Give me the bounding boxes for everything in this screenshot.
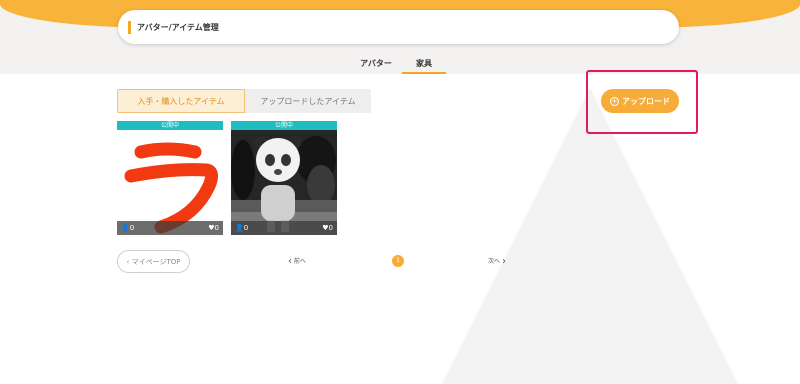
page-title: アバター/アイテム管理 (137, 22, 219, 32)
item-card[interactable]: 公開中 👤0 ♥0 (231, 121, 337, 235)
likes-count: ♥0 (208, 224, 219, 232)
user-icon: 👤 (121, 224, 130, 232)
item-thumbnail (117, 130, 223, 235)
upload-button[interactable]: + アップロード (601, 89, 679, 113)
uses-count: 👤0 (235, 224, 249, 232)
item-card[interactable]: 公開中 👤0 ♥0 (117, 121, 223, 235)
pagination-prev[interactable]: ‹ 前へ (288, 256, 306, 267)
pagination-next[interactable]: 次へ › (488, 256, 506, 267)
upload-button-label: アップロード (622, 96, 670, 106)
uses-count: 👤0 (121, 224, 135, 232)
page-title-bar: アバター/アイテム管理 (118, 10, 679, 44)
likes-count: ♥0 (322, 224, 333, 232)
status-badge: 公開中 (231, 121, 337, 130)
tab-acquired-items[interactable]: 入手・購入したアイテム (117, 89, 245, 113)
chevron-left-icon: ‹ (288, 256, 292, 267)
item-stats: 👤0 ♥0 (117, 221, 223, 235)
handwritten-ra-thumbnail (124, 142, 219, 234)
pagination-current-page[interactable]: 1 (392, 255, 404, 267)
panda-avatar-thumbnail (231, 130, 337, 235)
tab-uploaded-items[interactable]: アップロードしたアイテム (245, 89, 371, 113)
pagination-next-label: 次へ (488, 258, 501, 265)
chevron-right-icon: › (501, 256, 506, 267)
item-thumbnail (231, 130, 337, 235)
mypage-top-label: マイページTOP (131, 257, 181, 266)
item-stats: 👤0 ♥0 (231, 221, 337, 235)
user-icon: 👤 (235, 224, 244, 232)
pagination-prev-label: 前へ (293, 258, 306, 265)
status-badge: 公開中 (117, 121, 223, 130)
title-accent (128, 20, 131, 34)
mypage-top-button[interactable]: ‹ マイページTOP (117, 250, 190, 273)
plus-circle-icon: + (610, 96, 619, 106)
item-source-tabs: 入手・購入したアイテム アップロードしたアイテム (117, 89, 371, 113)
tab-furniture[interactable]: 家具 (402, 54, 446, 74)
tab-avatar[interactable]: アバター (350, 54, 402, 74)
